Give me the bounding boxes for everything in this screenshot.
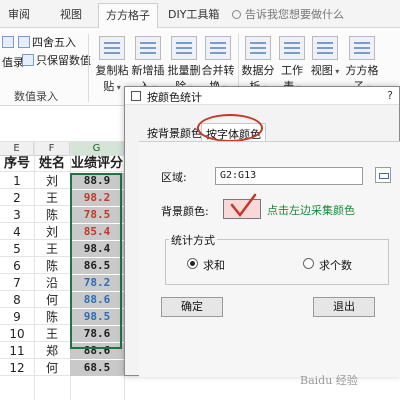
cell-score[interactable]: 68.5 xyxy=(70,360,124,376)
cell-name[interactable]: 陈 xyxy=(34,258,70,274)
method-legend: 统计方式 xyxy=(169,232,217,248)
chevron-down-icon: ▾ xyxy=(114,83,121,92)
bg-color-label: 背景颜色: xyxy=(161,205,209,218)
paste-icon xyxy=(99,36,125,60)
keep-values-icon xyxy=(22,54,34,66)
dialog-title: 按颜色统计 xyxy=(147,91,202,104)
cell-name[interactable]: 郑 xyxy=(34,343,70,359)
cell-no[interactable]: 3 xyxy=(0,207,34,223)
tab-diy-toolbox[interactable]: DIY工具箱 xyxy=(168,6,219,22)
tell-me-search[interactable]: 告诉我您想要做什么 xyxy=(232,6,344,22)
cell-name[interactable]: 王 xyxy=(34,241,70,257)
analysis-icon xyxy=(245,36,271,60)
cell-no[interactable]: 1 xyxy=(0,173,34,189)
range-select-icon[interactable] xyxy=(375,167,391,183)
pick-color-hint: 点击左边采集颜色 xyxy=(267,204,355,217)
ribbon-clipped-item[interactable] xyxy=(2,36,16,49)
column-header-g[interactable]: G xyxy=(70,142,124,156)
round-button[interactable]: 四舍五入 xyxy=(18,34,76,50)
cell-name[interactable]: 陈 xyxy=(34,207,70,223)
cell-no[interactable]: 10 xyxy=(0,326,34,342)
area-input[interactable]: G2:G13 xyxy=(215,167,363,185)
value-entry-clipped[interactable]: 值录 xyxy=(2,54,24,70)
cell-name[interactable]: 刘 xyxy=(34,173,70,189)
chevron-down-icon: ▾ xyxy=(332,67,340,76)
selection-range xyxy=(70,173,122,349)
cell-name[interactable]: 刘 xyxy=(34,224,70,240)
tell-me-text: 告诉我您想要做什么 xyxy=(245,8,344,21)
view-button[interactable]: 视图 ▾ xyxy=(310,36,340,78)
ribbon-tab-bar: 审阅 视图 方方格子 DIY工具箱 告诉我您想要做什么 xyxy=(0,0,400,29)
ok-button[interactable]: 确定 xyxy=(161,297,223,317)
radio-count[interactable] xyxy=(303,258,314,269)
cell-no[interactable]: 12 xyxy=(0,360,34,376)
radio-sum-label: 求和 xyxy=(203,259,225,272)
cell-no[interactable]: 11 xyxy=(0,343,34,359)
cell-name[interactable]: 王 xyxy=(34,326,70,342)
dialog-titlebar[interactable]: 按颜色统计 ? xyxy=(125,87,399,105)
cell-no[interactable]: 8 xyxy=(0,292,34,308)
header-cell-name[interactable]: 姓名 xyxy=(34,156,70,172)
cell-name[interactable]: 陈 xyxy=(34,309,70,325)
cell-name[interactable]: 何 xyxy=(34,360,70,376)
merge-icon xyxy=(205,36,231,60)
delete-icon xyxy=(171,36,197,60)
help-button[interactable]: ? xyxy=(387,89,393,102)
cell-no[interactable]: 5 xyxy=(0,241,34,257)
grid-icon xyxy=(349,36,375,60)
watermark: Baidu 经验 xyxy=(300,374,358,387)
cell-no[interactable]: 7 xyxy=(0,275,34,291)
cell-name[interactable]: 沿 xyxy=(34,275,70,291)
worksheet-icon xyxy=(279,36,305,60)
cell-no[interactable]: 4 xyxy=(0,224,34,240)
radio-sum[interactable] xyxy=(187,258,198,269)
keep-values-button[interactable]: 只保留数值 xyxy=(22,52,91,68)
cell-no[interactable]: 2 xyxy=(0,190,34,206)
column-header-e[interactable]: E xyxy=(0,142,34,156)
cell-name[interactable]: 何 xyxy=(34,292,70,308)
exit-button[interactable]: 退出 xyxy=(313,297,375,317)
header-cell-score[interactable]: 业绩评分 xyxy=(70,156,124,172)
checkmark-icon xyxy=(230,193,257,218)
number-entry-icon xyxy=(2,36,14,48)
cell-no[interactable]: 6 xyxy=(0,258,34,274)
dialog-app-icon xyxy=(131,91,141,101)
tab-review[interactable]: 审阅 xyxy=(8,6,30,22)
table-row: 12 何 68.5 xyxy=(0,360,140,376)
header-row: 序号 姓名 业绩评分 xyxy=(0,156,140,172)
ribbon-separator xyxy=(88,34,89,102)
view-icon xyxy=(312,36,338,60)
lightbulb-icon xyxy=(232,10,241,19)
insert-icon xyxy=(135,36,161,60)
cell-no[interactable]: 9 xyxy=(0,309,34,325)
tab-fangfang[interactable]: 方方格子 xyxy=(98,3,158,29)
area-label: 区域: xyxy=(161,171,187,184)
round-icon xyxy=(18,36,30,48)
tab-view[interactable]: 视图 xyxy=(60,6,82,22)
column-header-f[interactable]: F xyxy=(34,142,70,156)
radio-count-label: 求个数 xyxy=(319,259,352,272)
annotation-circle xyxy=(197,114,263,142)
color-stats-dialog: 按颜色统计 ? 按背景颜色 按字体颜色 区域: G2:G13 背景颜色: 点击左… xyxy=(124,86,400,377)
cell-name[interactable]: 王 xyxy=(34,190,70,206)
header-cell-no[interactable]: 序号 xyxy=(0,156,34,172)
group-label-number-entry: 数值录入 xyxy=(14,90,58,103)
